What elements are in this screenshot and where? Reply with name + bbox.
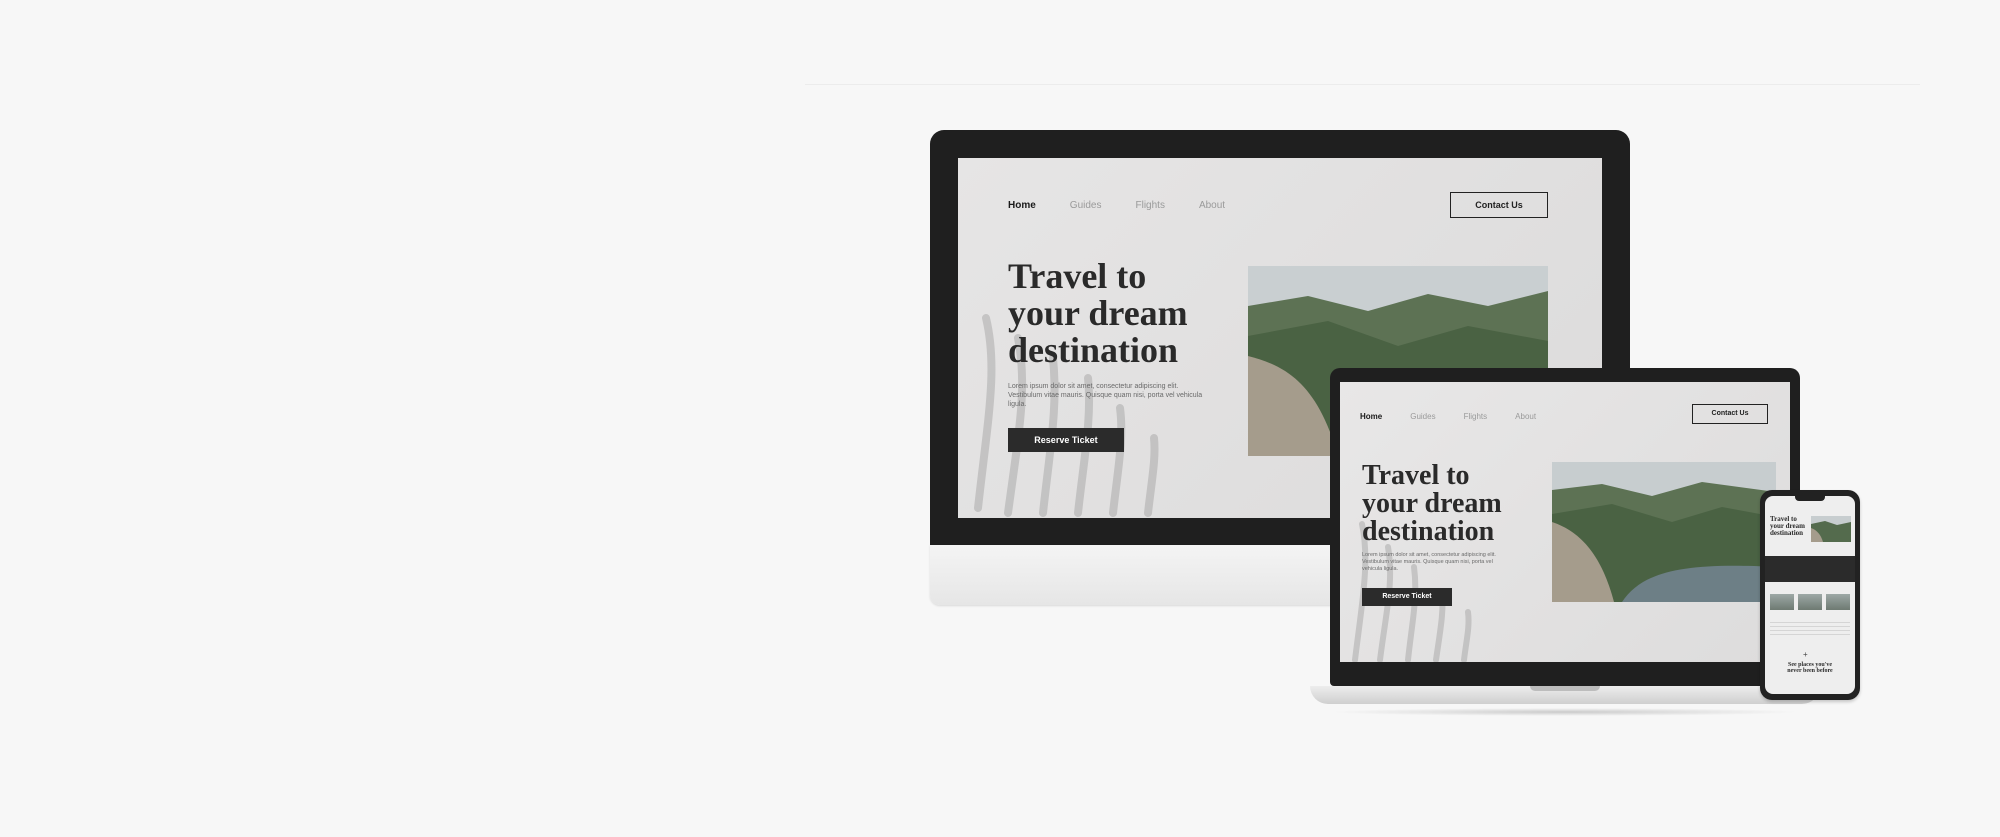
coastal-landscape-photo (1811, 516, 1851, 542)
phone-photo-tile (1798, 594, 1822, 610)
hero-headline-line: your dream (1362, 488, 1502, 519)
laptop-screen: Home Guides Flights About Contact Us Tra… (1340, 382, 1790, 662)
hero-headline-line: your dream (1008, 293, 1188, 333)
contact-us-button[interactable]: Contact Us (1450, 192, 1548, 218)
laptop-shadow (1330, 708, 1800, 716)
phone-text-lines (1770, 622, 1850, 638)
coastal-landscape-photo (1552, 462, 1776, 602)
hero-headline-line: destination (1008, 330, 1179, 370)
hero-headline: Travel to your dream destination (1008, 258, 1188, 369)
nav-about-link[interactable]: About (1515, 412, 1536, 421)
contact-us-button[interactable]: Contact Us (1692, 404, 1768, 424)
phone-notch (1795, 496, 1825, 501)
nav-home-link[interactable]: Home (1008, 200, 1036, 211)
phone-footer-line: never been before (1787, 668, 1833, 674)
hero-headline-line: Travel to (1008, 256, 1147, 296)
phone-photo-tile (1770, 594, 1794, 610)
nav-guides-link[interactable]: Guides (1410, 412, 1435, 421)
travel-site-laptop: Home Guides Flights About Contact Us Tra… (1340, 382, 1790, 662)
hero-headline-line: Travel to (1362, 460, 1470, 491)
laptop-notch (1530, 686, 1600, 691)
nav-guides-link[interactable]: Guides (1070, 200, 1102, 211)
phone-mockup: Travel to your dream destination + See p… (1760, 490, 1860, 700)
reserve-ticket-button[interactable]: Reserve Ticket (1362, 588, 1452, 606)
hero-headline: Travel to your dream destination (1362, 462, 1502, 546)
plus-icon: + (1803, 650, 1808, 659)
hero-description: Lorem ipsum dolor sit amet, consectetur … (1008, 383, 1203, 408)
phone-screen: Travel to your dream destination + See p… (1765, 496, 1855, 694)
nav-about-link[interactable]: About (1199, 200, 1225, 211)
reserve-ticket-button[interactable]: Reserve Ticket (1008, 428, 1124, 452)
main-nav: Home Guides Flights About (1008, 200, 1259, 211)
phone-photo-tile (1826, 594, 1850, 610)
laptop-mockup: Home Guides Flights About Contact Us Tra… (1310, 368, 1820, 718)
hero-headline-line: destination (1770, 529, 1804, 537)
phone-footer-headline: See places you've never been before (1773, 662, 1847, 674)
nav-home-link[interactable]: Home (1360, 412, 1382, 421)
nav-flights-link[interactable]: Flights (1464, 412, 1488, 421)
nav-flights-link[interactable]: Flights (1135, 200, 1164, 211)
phone-hero-headline: Travel to your dream destination (1770, 516, 1810, 537)
phone-dark-section (1765, 556, 1855, 582)
hero-description: Lorem ipsum dolor sit amet, consectetur … (1362, 552, 1496, 572)
main-nav: Home Guides Flights About (1360, 412, 1564, 421)
phone-photo-grid (1770, 594, 1850, 616)
hero-headline-line: destination (1362, 516, 1495, 547)
top-divider (805, 84, 1920, 85)
